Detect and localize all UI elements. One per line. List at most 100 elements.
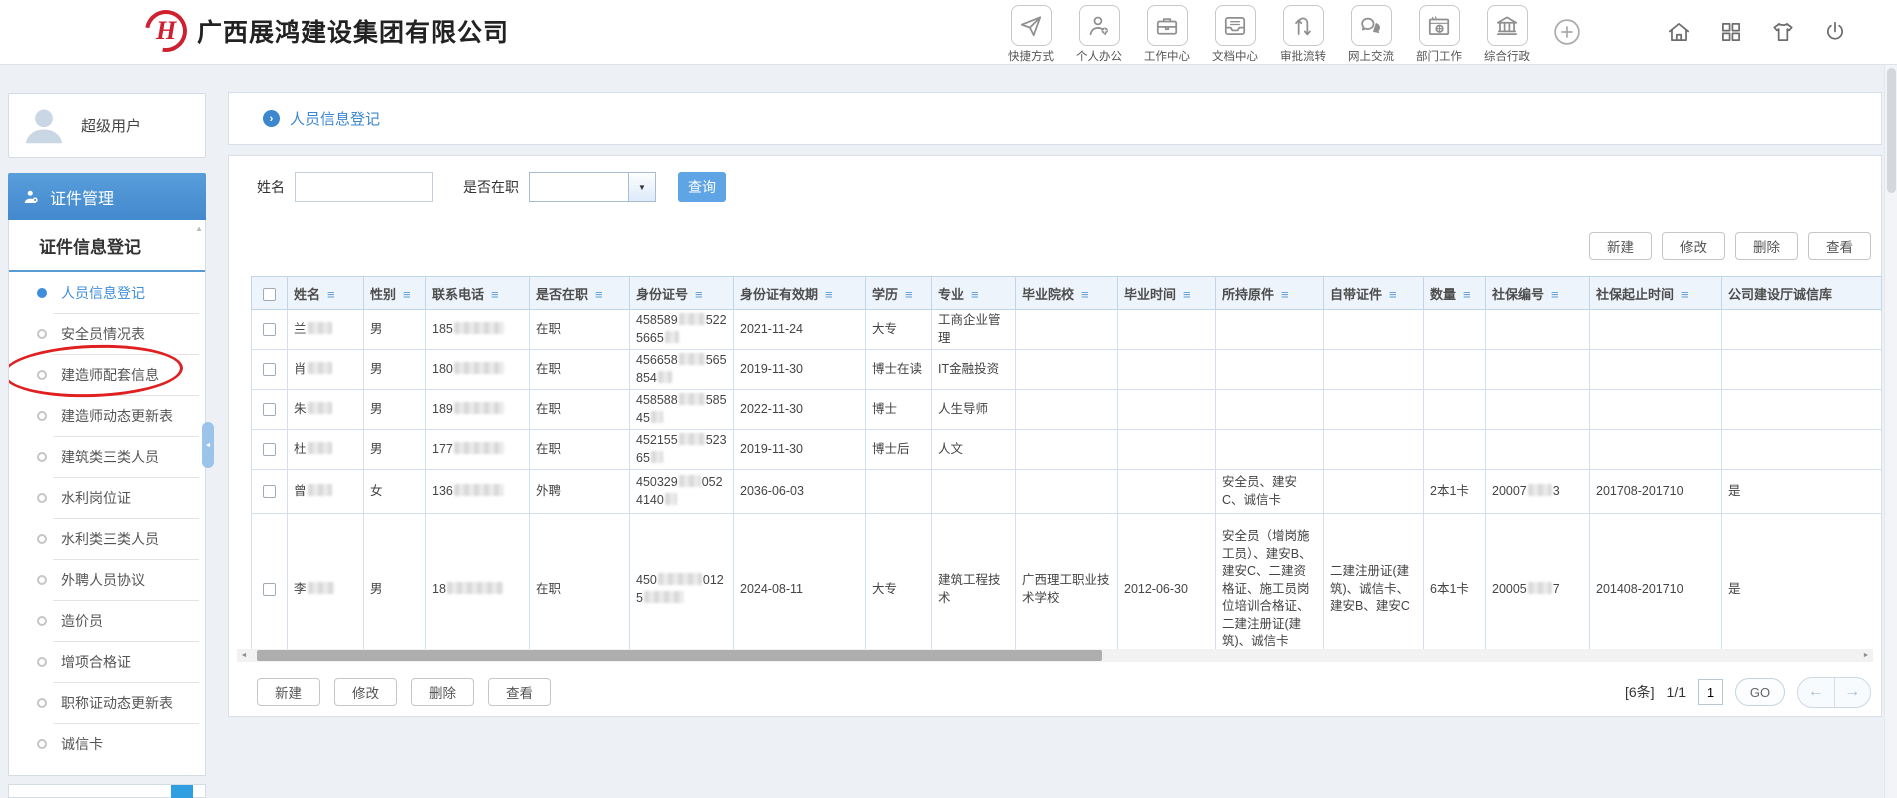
column-header-毕业院校[interactable]: 毕业院校≡ (1016, 277, 1118, 310)
column-menu-icon[interactable]: ≡ (491, 287, 499, 302)
go-button[interactable]: GO (1735, 678, 1785, 706)
power-icon[interactable] (1822, 19, 1849, 46)
prev-page-icon[interactable]: ← (1798, 678, 1834, 707)
table-row[interactable]: 杜男177在职452155523652019-11-30博士后人文 (252, 430, 1882, 470)
bullet-icon (37, 575, 47, 585)
status-select[interactable]: ▼ (529, 172, 656, 202)
column-header-身份证有效期[interactable]: 身份证有效期≡ (734, 277, 866, 310)
sidebar-item-建筑类三类人员[interactable]: 建筑类三类人员 (9, 436, 205, 477)
column-menu-icon[interactable]: ≡ (403, 287, 411, 302)
redacted-text (308, 402, 332, 414)
row-checkbox[interactable] (263, 583, 276, 596)
column-menu-icon[interactable]: ≡ (1081, 287, 1089, 302)
sidebar-item-造价员[interactable]: 造价员 (9, 600, 205, 641)
column-menu-icon[interactable]: ≡ (1389, 287, 1397, 302)
column-menu-icon[interactable]: ≡ (1551, 287, 1559, 302)
view-button-bottom[interactable]: 查看 (488, 678, 551, 706)
row-checkbox[interactable] (263, 403, 276, 416)
column-header-数量[interactable]: 数量≡ (1424, 277, 1486, 310)
new-button-bottom[interactable]: 新建 (257, 678, 320, 706)
scroll-left-icon[interactable]: ◄ (237, 652, 251, 659)
row-checkbox[interactable] (263, 443, 276, 456)
table-row[interactable]: 肖男180在职4566585658542019-11-30博士在读IT金融投资 (252, 350, 1882, 390)
column-menu-icon[interactable]: ≡ (825, 287, 833, 302)
scroll-right-icon[interactable]: ► (1859, 652, 1873, 659)
column-header-毕业时间[interactable]: 毕业时间≡ (1118, 277, 1216, 310)
table-cell (1590, 310, 1722, 350)
column-menu-icon[interactable]: ≡ (1281, 287, 1289, 302)
sidebar-item-外聘人员协议[interactable]: 外聘人员协议 (9, 559, 205, 600)
nav-person[interactable]: 个人办公 (1070, 5, 1128, 64)
table-row[interactable]: 曾女136外聘45032905241402036-06-03安全员、建安C、诚信… (252, 470, 1882, 514)
name-input[interactable] (295, 172, 433, 202)
column-header-自带证件[interactable]: 自带证件≡ (1324, 277, 1424, 310)
column-menu-icon[interactable]: ≡ (1681, 287, 1689, 302)
theme-shirt-icon[interactable] (1770, 19, 1797, 46)
column-menu-icon[interactable]: ≡ (595, 287, 603, 302)
column-label: 是否在职 (536, 287, 588, 302)
column-header-社保起止时间[interactable]: 社保起止时间≡ (1590, 277, 1722, 310)
sidebar-scroll-thumb[interactable] (171, 785, 193, 798)
column-header-学历[interactable]: 学历≡ (866, 277, 932, 310)
table-row[interactable]: 朱男189在职458588585452022-11-30博士人生导师 (252, 390, 1882, 430)
delete-button-bottom[interactable]: 删除 (411, 678, 474, 706)
column-header-姓名[interactable]: 姓名≡ (288, 277, 364, 310)
query-button[interactable]: 查询 (678, 172, 726, 202)
column-menu-icon[interactable]: ≡ (1463, 287, 1471, 302)
select-all-checkbox[interactable] (263, 288, 276, 301)
column-menu-icon[interactable]: ≡ (695, 287, 703, 302)
column-header-是否在职[interactable]: 是否在职 ≡ (530, 277, 630, 310)
page-number-input[interactable] (1698, 679, 1723, 705)
column-header-公司建设厅诚信库[interactable]: 公司建设厅诚信库 (1722, 277, 1882, 310)
table-row[interactable]: 李男18在职45001252024-08-11大专建筑工程技术广西理工职业技术学… (252, 514, 1882, 650)
app-grid-icon[interactable] (1718, 19, 1745, 46)
row-checkbox[interactable] (263, 485, 276, 498)
add-shortcut-button[interactable] (1552, 17, 1582, 47)
chevron-down-icon[interactable]: ▼ (628, 173, 655, 201)
column-menu-icon[interactable]: ≡ (327, 287, 335, 302)
next-page-icon[interactable]: → (1834, 678, 1871, 707)
row-checkbox[interactable] (263, 323, 276, 336)
hscroll-thumb[interactable] (257, 650, 1102, 661)
sidebar-item-增项合格证[interactable]: 增项合格证 (9, 641, 205, 682)
nav-bank[interactable]: 综合行政 (1478, 5, 1536, 64)
nav-doc-tray[interactable]: 文档中心 (1206, 5, 1264, 64)
column-header-社保编号[interactable]: 社保编号≡ (1486, 277, 1590, 310)
horizontal-scrollbar[interactable]: ◄ ► (237, 649, 1873, 662)
menu-scrollbar-up-arrow[interactable]: ▲ (195, 224, 203, 233)
edit-button-bottom[interactable]: 修改 (334, 678, 397, 706)
column-header-性别[interactable]: 性别≡ (364, 277, 426, 310)
nav-dept[interactable]: 部门工作 (1410, 5, 1468, 64)
page-scrollbar[interactable] (1884, 65, 1897, 798)
view-button[interactable]: 查看 (1808, 232, 1871, 260)
nav-flow-arrows[interactable]: 审批流转 (1274, 5, 1332, 64)
new-button[interactable]: 新建 (1589, 232, 1652, 260)
column-header-专业[interactable]: 专业≡ (932, 277, 1016, 310)
nav-chat[interactable]: 网上交流 (1342, 5, 1400, 64)
sidebar-item-水利岗位证[interactable]: 水利岗位证 (9, 477, 205, 518)
sidebar-item-诚信卡[interactable]: 诚信卡 (9, 723, 205, 764)
sidebar-item-人员信息登记[interactable]: 人员信息登记 (9, 272, 205, 313)
delete-button[interactable]: 删除 (1735, 232, 1798, 260)
column-header-所持原件[interactable]: 所持原件≡ (1216, 277, 1324, 310)
vscroll-thumb[interactable] (1887, 68, 1896, 193)
sidebar-item-建造师配套信息[interactable]: 建造师配套信息 (9, 354, 205, 395)
table-row[interactable]: 兰男185在职45858952256652021-11-24大专工商企业管理 (252, 310, 1882, 350)
sidebar-item-水利类三类人员[interactable]: 水利类三类人员 (9, 518, 205, 559)
nav-briefcase[interactable]: 工作中心 (1138, 5, 1196, 64)
row-checkbox[interactable] (263, 363, 276, 376)
sidebar-collapse-handle[interactable]: ◄ (202, 422, 214, 468)
home-icon[interactable] (1666, 19, 1693, 46)
nav-paper-plane[interactable]: 快捷方式 (1002, 5, 1060, 64)
column-header-联系电话[interactable]: 联系电话≡ (426, 277, 530, 310)
edit-button[interactable]: 修改 (1662, 232, 1725, 260)
sidebar-section-certificates[interactable]: 证件管理 (8, 173, 206, 220)
column-header-身份证号[interactable]: 身份证号≡ (630, 277, 734, 310)
column-menu-icon[interactable]: ≡ (905, 287, 913, 302)
table-cell: IT金融投资 (932, 350, 1016, 390)
sidebar-item-职称证动态更新表[interactable]: 职称证动态更新表 (9, 682, 205, 723)
column-menu-icon[interactable]: ≡ (1183, 287, 1191, 302)
sidebar-item-建造师动态更新表[interactable]: 建造师动态更新表 (9, 395, 205, 436)
column-menu-icon[interactable]: ≡ (971, 287, 979, 302)
sidebar-item-安全员情况表[interactable]: 安全员情况表 (9, 313, 205, 354)
